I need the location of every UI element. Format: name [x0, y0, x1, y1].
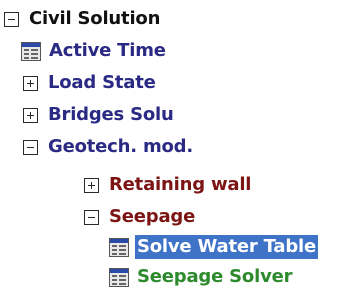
tree-item-geotech-mod[interactable]: Geotech. mod.: [23, 132, 195, 162]
tree-item-label: Solve Water Table: [135, 235, 318, 259]
tree-item-civil-solution[interactable]: Civil Solution: [4, 4, 162, 34]
expand-toggle-icon[interactable]: [23, 107, 38, 123]
tree-item-seepage[interactable]: Seepage: [84, 202, 197, 232]
tree-item-bridges-solu[interactable]: Bridges Solu: [23, 100, 176, 130]
tree-item-retaining-wall[interactable]: Retaining wall: [84, 170, 253, 200]
tree-item-solve-water-table[interactable]: Solve Water Table: [109, 232, 318, 262]
expand-toggle-icon[interactable]: [84, 177, 99, 193]
tree-item-label: Load State: [48, 72, 156, 93]
tree-item-label: Bridges Solu: [48, 104, 174, 125]
table-doc-icon: [21, 41, 41, 61]
tree-item-load-state[interactable]: Load State: [23, 68, 158, 98]
tree-item-label: Seepage: [109, 206, 196, 227]
tree-item-active-time[interactable]: Active Time: [21, 36, 168, 66]
collapse-toggle-icon[interactable]: [23, 139, 38, 155]
collapse-toggle-icon[interactable]: [84, 209, 99, 225]
tree-item-label: Active Time: [49, 40, 166, 61]
tree-item-label: Seepage Solver: [137, 266, 293, 287]
expand-toggle-icon[interactable]: [23, 75, 38, 91]
tree-item-seepage-solver[interactable]: Seepage Solver: [109, 262, 294, 292]
collapse-toggle-icon[interactable]: [4, 11, 19, 27]
table-doc-icon: [109, 267, 129, 287]
tree-item-label: Geotech. mod.: [48, 136, 193, 157]
tree-view: Civil Solution Active Time Load State Br…: [0, 0, 350, 298]
tree-item-label: Retaining wall: [109, 174, 252, 195]
tree-item-label: Civil Solution: [29, 8, 161, 29]
table-doc-icon: [109, 237, 129, 257]
